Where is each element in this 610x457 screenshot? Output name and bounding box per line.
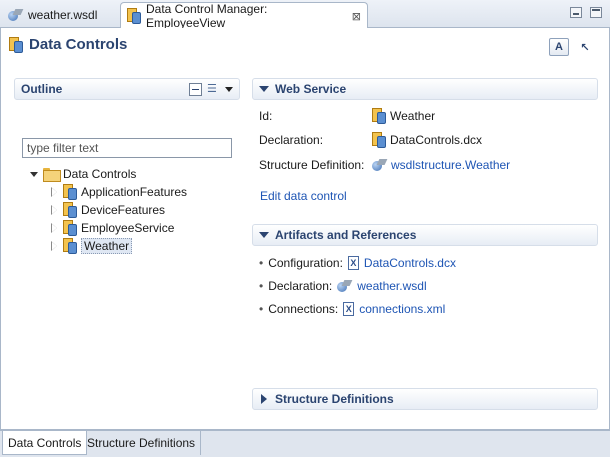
tree-node-employee-service[interactable]: EmployeeService (30, 219, 240, 237)
bottom-tab-strip: Data Controls Structure Definitions (0, 430, 610, 457)
editor-tab-strip: weather.wsdl Data Control Manager: Emplo… (0, 0, 610, 30)
edit-data-control-link[interactable]: Edit data control (260, 189, 347, 203)
artifacts-header[interactable]: Artifacts and References (252, 224, 598, 246)
help-pointer-icon[interactable]: ↖ (575, 38, 595, 56)
connections-label: Connections: (268, 302, 339, 316)
outline-tree: Data Controls ApplicationFeatures Device… (30, 165, 240, 255)
expand-toggle-icon[interactable] (50, 240, 59, 251)
close-icon[interactable]: ⊠ (352, 10, 361, 23)
artifacts-section: Artifacts and References • Configuration… (252, 224, 598, 324)
web-service-section: Web Service Id: Weather Declaration: Dat… (252, 78, 598, 208)
editor-content: Data Controls A ↖ Outline ☰ Data Control… (0, 28, 610, 430)
tree-node-data-controls[interactable]: Data Controls (30, 165, 240, 183)
tree-node-label-selected: Weather (81, 238, 133, 254)
declaration-artifact-link[interactable]: weather.wsdl (357, 279, 426, 293)
data-control-icon (63, 202, 77, 218)
data-control-icon (9, 36, 23, 53)
section-collapsed-icon (259, 394, 269, 404)
declaration-value: DataControls.dcx (390, 133, 483, 147)
section-title: Web Service (275, 82, 347, 96)
expand-toggle-icon[interactable] (50, 186, 59, 197)
expand-toggle-icon[interactable] (30, 170, 39, 179)
connections-link[interactable]: connections.xml (359, 302, 445, 316)
section-title: Structure Definitions (275, 392, 394, 406)
page-title-label: Data Controls (29, 36, 128, 53)
bullet-icon: • (259, 256, 264, 270)
tree-node-device-features[interactable]: DeviceFeatures (30, 201, 240, 219)
structure-definition-label: Structure Definition: (259, 158, 365, 172)
web-service-header[interactable]: Web Service (252, 78, 598, 100)
structure-definitions-section: Structure Definitions (252, 388, 598, 410)
wsdl-file-icon (8, 9, 23, 22)
editor-tab-label: weather.wsdl (28, 8, 98, 22)
maximize-icon[interactable] (590, 7, 602, 18)
xml-file-icon: X (343, 302, 355, 316)
bullet-icon: • (259, 302, 264, 316)
editor-tab-data-control-manager[interactable]: Data Control Manager: EmployeeView ⊠ (120, 2, 368, 30)
section-expanded-icon (259, 84, 269, 94)
tree-node-label: ApplicationFeatures (81, 185, 188, 199)
filter-input[interactable] (22, 138, 232, 158)
expand-toggle-icon[interactable] (50, 222, 59, 233)
data-control-icon (372, 132, 386, 148)
declaration-artifact-label: Declaration: (268, 279, 333, 293)
wsdl-file-icon (337, 280, 352, 293)
data-control-icon (63, 184, 77, 200)
id-row: Id: Weather (259, 108, 435, 124)
minimize-icon[interactable] (570, 7, 582, 18)
structure-definition-link[interactable]: wsdlstructure.Weather (391, 158, 510, 172)
data-control-icon (127, 8, 141, 24)
chevron-down-icon[interactable] (225, 83, 233, 96)
outline-panel: Outline ☰ Data Controls ApplicationFeatu… (14, 78, 240, 418)
outline-header: Outline ☰ (14, 78, 240, 100)
structure-icon (372, 159, 387, 172)
tree-node-label: Data Controls (63, 167, 137, 181)
outline-toolbar: ☰ (189, 82, 239, 96)
outline-title: Outline (21, 82, 63, 96)
tree-node-label: DeviceFeatures (81, 203, 166, 217)
configuration-label: Configuration: (268, 256, 343, 270)
declaration-row: Declaration: DataControls.dcx (259, 132, 482, 148)
tree-node-weather[interactable]: Weather (30, 237, 240, 255)
configuration-link[interactable]: DataControls.dcx (364, 256, 456, 270)
page-toolbar: A ↖ (549, 38, 595, 56)
id-value: Weather (390, 109, 436, 123)
refresh-data-control-icon[interactable]: A (549, 38, 569, 56)
section-expanded-icon (259, 230, 269, 240)
section-title: Artifacts and References (275, 228, 417, 242)
edit-data-control-row: Edit data control (260, 189, 347, 203)
editor-tab-weather-wsdl[interactable]: weather.wsdl (2, 2, 114, 28)
tab-structure-definitions[interactable]: Structure Definitions (82, 431, 202, 455)
data-control-icon (63, 238, 77, 254)
data-control-icon (63, 220, 77, 236)
bullet-icon: • (259, 279, 264, 293)
editor-tab-label: Data Control Manager: EmployeeView (146, 2, 268, 30)
tree-node-application-features[interactable]: ApplicationFeatures (30, 183, 240, 201)
filter-list-icon[interactable]: ☰ (207, 83, 220, 96)
expand-toggle-icon[interactable] (50, 204, 59, 215)
window-controls (570, 7, 602, 18)
data-control-icon (372, 108, 386, 124)
folder-open-icon (43, 168, 61, 182)
page-title: Data Controls (9, 36, 127, 53)
xml-file-icon: X (347, 256, 359, 270)
connections-row: • Connections: X connections.xml (259, 302, 445, 316)
configuration-row: • Configuration: X DataControls.dcx (259, 256, 456, 270)
tree-node-label: EmployeeService (81, 221, 175, 235)
collapse-all-icon[interactable] (189, 82, 202, 96)
tab-data-controls[interactable]: Data Controls (2, 431, 88, 455)
id-label: Id: (259, 109, 273, 123)
declaration-artifact-row: • Declaration: weather.wsdl (259, 279, 427, 293)
structure-definition-row: Structure Definition: wsdlstructure.Weat… (259, 158, 510, 172)
structure-definitions-header[interactable]: Structure Definitions (252, 388, 598, 410)
declaration-label: Declaration: (259, 133, 324, 147)
